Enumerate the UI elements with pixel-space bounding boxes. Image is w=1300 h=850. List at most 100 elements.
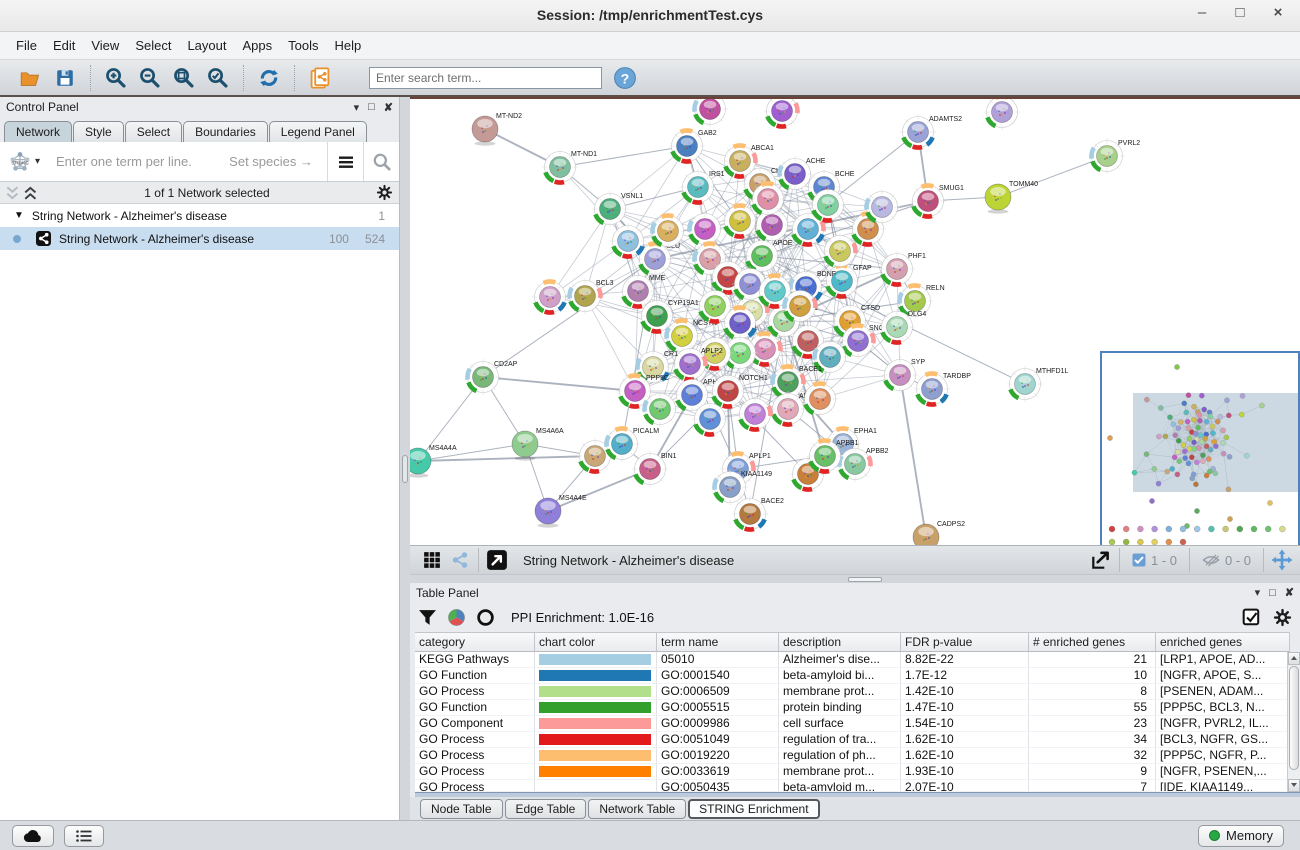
menu-item-layout[interactable]: Layout — [179, 34, 234, 57]
splitter-grip[interactable] — [848, 577, 882, 582]
column-header-fdr-p-value[interactable]: FDR p-value — [901, 632, 1029, 652]
save-icon[interactable] — [52, 65, 78, 91]
network-node-bin1[interactable]: BIN1 — [632, 451, 677, 487]
menu-item-help[interactable]: Help — [327, 34, 370, 57]
network-collection-row[interactable]: ▼ String Network - Alzheimer's disease 1 — [0, 204, 399, 227]
horizontal-splitter[interactable] — [410, 574, 1300, 583]
vertical-splitter[interactable] — [400, 97, 410, 820]
cloud-tasks-button[interactable] — [12, 825, 54, 847]
network-node-ms4a6a[interactable]: MS4A6A — [512, 428, 564, 461]
network-node-cd2ap[interactable]: CD2AP — [465, 359, 518, 395]
tab-network-table[interactable]: Network Table — [588, 799, 686, 819]
column-header-description[interactable]: description — [779, 632, 901, 652]
network-node-cadps2[interactable]: CADPS2 — [913, 521, 965, 545]
network-node[interactable] — [864, 189, 900, 225]
network-node[interactable] — [822, 233, 858, 269]
network-node-bace2[interactable]: BACE2 — [732, 496, 784, 532]
panel-float-icon[interactable]: □ — [1269, 587, 1276, 599]
network-node[interactable] — [610, 223, 646, 259]
network-node-mt-nd1[interactable]: MT-ND1 — [542, 149, 597, 185]
table-row[interactable]: GO FunctionGO:0005515protein binding1.47… — [415, 700, 1300, 716]
ring-chart-icon[interactable] — [476, 608, 495, 627]
network-canvas[interactable]: MT-ND2MT-ND1VSNL1GAB2ADAMTS2PVRL2SMUG1TO… — [410, 97, 1300, 545]
network-node[interactable] — [722, 203, 758, 239]
tab-style[interactable]: Style — [73, 121, 124, 142]
column-header-chart-color[interactable]: chart color — [535, 632, 657, 652]
network-node-mt-nd2[interactable]: MT-ND2 — [472, 113, 522, 146]
birdseye-toggle-icon[interactable] — [1268, 548, 1296, 572]
tab-legend-panel[interactable]: Legend Panel — [269, 121, 367, 142]
scroll-up-button[interactable] — [1288, 652, 1300, 665]
menu-item-select[interactable]: Select — [127, 34, 179, 57]
zoom-selected-icon[interactable] — [205, 65, 231, 91]
network-node-tomm40[interactable]: TOMM40 — [985, 181, 1038, 214]
tree-expander-icon[interactable]: ▼ — [14, 210, 24, 221]
network-node-bcl3[interactable]: BCL3 — [567, 278, 614, 314]
open-file-icon[interactable] — [18, 65, 44, 91]
network-options-gear-icon[interactable] — [376, 184, 393, 201]
close-icon[interactable]: × — [1270, 4, 1286, 21]
birdseye-view[interactable] — [1100, 351, 1300, 545]
table-settings-gear-icon[interactable] — [1273, 608, 1292, 627]
export-network-icon[interactable] — [1087, 548, 1115, 572]
table-scrollbar[interactable] — [1287, 652, 1300, 792]
network-node-dlg4[interactable]: DLG4 — [879, 309, 926, 345]
expand-all-icon[interactable] — [24, 186, 38, 200]
tab-boundaries[interactable]: Boundaries — [183, 121, 268, 142]
table-row[interactable]: GO ComponentGO:0009986cell surface1.54E-… — [415, 716, 1300, 732]
panel-close-icon[interactable]: ✘ — [384, 101, 393, 114]
network-node-mthfd1l[interactable]: MTHFD1L — [1007, 366, 1068, 402]
network-node[interactable] — [532, 279, 568, 315]
scroll-thumb[interactable] — [1289, 666, 1299, 770]
zoom-out-icon[interactable] — [137, 65, 163, 91]
tab-node-table[interactable]: Node Table — [420, 799, 503, 819]
network-node-pvrl2[interactable]: PVRL2 — [1089, 138, 1140, 174]
network-node[interactable] — [692, 401, 728, 437]
network-node-tardbp[interactable]: TARDBP — [914, 371, 971, 407]
column-header-category[interactable]: category — [415, 632, 535, 652]
network-node[interactable] — [737, 396, 773, 432]
minimize-icon[interactable]: – — [1194, 4, 1210, 21]
network-node-ms4a4e[interactable]: MS4A4E — [535, 495, 587, 528]
zoom-fit-icon[interactable] — [171, 65, 197, 91]
string-query-input[interactable]: Enter one term per line. Set species → — [48, 142, 327, 181]
column-header-enriched-genes[interactable]: enriched genes — [1156, 632, 1290, 652]
table-row[interactable]: GO FunctionGO:0001540beta-amyloid bi...1… — [415, 668, 1300, 684]
table-row[interactable]: GO ProcessGO:0019220regulation of ph...1… — [415, 748, 1300, 764]
maximize-icon[interactable]: □ — [1232, 4, 1248, 21]
table-row[interactable]: KEGG Pathways05010Alzheimer's dise...8.8… — [415, 652, 1300, 668]
tab-network[interactable]: Network — [4, 121, 72, 142]
network-node[interactable] — [750, 181, 786, 217]
table-row[interactable]: GO ProcessGO:0033619membrane prot...1.93… — [415, 764, 1300, 780]
menu-item-apps[interactable]: Apps — [235, 34, 281, 57]
select-columns-icon[interactable] — [1242, 608, 1261, 627]
network-node[interactable] — [642, 391, 678, 427]
menu-item-edit[interactable]: Edit — [45, 34, 83, 57]
network-node[interactable] — [984, 99, 1020, 130]
panel-close-icon[interactable]: ✘ — [1285, 586, 1294, 599]
tab-edge-table[interactable]: Edge Table — [505, 799, 587, 819]
table-row[interactable]: GO ProcessGO:0051049regulation of tra...… — [415, 732, 1300, 748]
filter-icon[interactable] — [418, 608, 437, 626]
panel-menu-icon[interactable]: ▾ — [1255, 586, 1261, 599]
task-history-button[interactable] — [64, 825, 104, 847]
network-row-selected[interactable]: String Network - Alzheimer's disease 100… — [0, 227, 399, 250]
string-options-icon[interactable] — [327, 142, 363, 181]
memory-button[interactable]: Memory — [1198, 825, 1284, 847]
network-node-irs1[interactable]: IRS1 — [680, 169, 725, 205]
tab-string-enrichment[interactable]: STRING Enrichment — [688, 799, 819, 819]
network-node[interactable] — [650, 213, 686, 249]
network-node[interactable] — [692, 99, 728, 127]
network-node-adamts2[interactable]: ADAMTS2 — [900, 114, 962, 150]
species-hint[interactable]: Set species → — [229, 154, 313, 169]
network-node-gfap[interactable]: GFAP — [824, 263, 872, 299]
tab-select[interactable]: Select — [125, 121, 182, 142]
pie-chart-icon[interactable] — [447, 608, 466, 627]
table-row[interactable]: GO ProcessGO:0006509membrane prot...1.42… — [415, 684, 1300, 700]
open-in-new-icon[interactable] — [483, 548, 511, 572]
collapse-all-icon[interactable] — [6, 186, 20, 200]
help-icon[interactable]: ? — [612, 65, 638, 91]
scroll-down-button[interactable] — [1288, 779, 1300, 792]
panel-float-icon[interactable]: □ — [368, 101, 375, 113]
menu-item-file[interactable]: File — [8, 34, 45, 57]
